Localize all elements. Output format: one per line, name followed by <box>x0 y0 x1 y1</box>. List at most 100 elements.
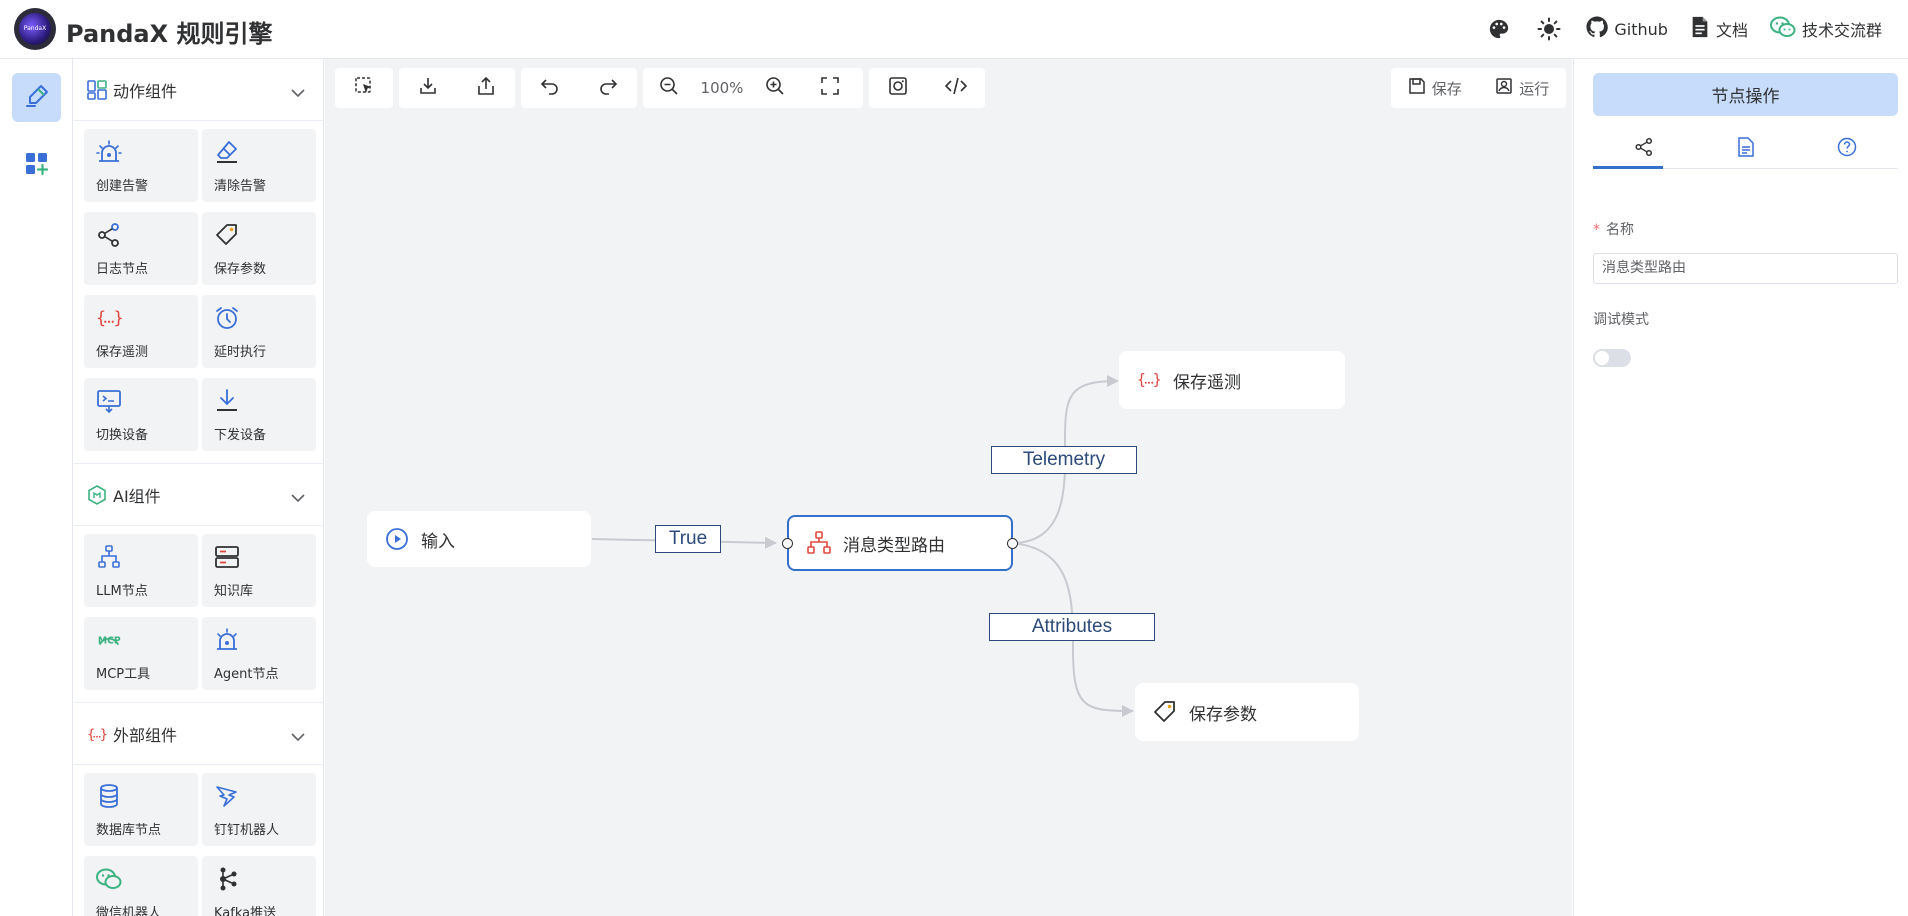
component-save-telemetry[interactable]: {} 保存遥测 <box>84 295 198 368</box>
apps-add-icon <box>24 151 50 181</box>
component-label: 保存参数 <box>214 262 267 277</box>
component-label: LLM节点 <box>96 584 148 599</box>
help-circle-icon <box>1837 137 1857 161</box>
tab-node-data[interactable] <box>1695 129 1797 168</box>
name-field-label: * 名称 <box>1593 219 1634 239</box>
svg-text:}: } <box>100 726 107 742</box>
node-properties-panel: 节点操作 * 名称 消息类型路由 调试模式 <box>1573 59 1908 916</box>
left-rail <box>0 59 73 916</box>
node-save-attributes[interactable]: 保存参数 <box>1135 683 1359 741</box>
component-kafka-push[interactable]: Kafka推送 <box>202 856 316 916</box>
hierarchy-icon <box>96 544 122 570</box>
component-mcp-tool[interactable]: MCP MCP工具 <box>84 617 198 690</box>
component-label: 清除告警 <box>214 179 267 194</box>
node-input-port[interactable] <box>782 537 793 549</box>
app-header: PandaX PandaX 规则引擎 Github 文档 技术交流群 <box>0 0 1908 59</box>
component-label: 创建告警 <box>96 179 149 194</box>
chevron-down-icon[interactable] <box>291 727 305 746</box>
group-cards-actions: 创建告警 清除告警 日志节点 保存参数 {} 保存遥测 延时执行 切换设备 下发 <box>74 121 323 464</box>
docs-link[interactable]: 文档 <box>1690 16 1748 42</box>
group-header-external[interactable]: {} 外部组件 <box>74 703 323 765</box>
svg-text:}: } <box>1153 372 1161 389</box>
node-label: 保存参数 <box>1189 704 1257 725</box>
svg-text:MCP: MCP <box>98 636 121 647</box>
component-agent-node[interactable]: Agent节点 <box>202 617 316 690</box>
component-label: MCP工具 <box>96 667 151 682</box>
component-label: Agent节点 <box>214 667 279 682</box>
node-label: 保存遥测 <box>1173 372 1241 393</box>
component-label: 保存遥测 <box>96 345 149 360</box>
component-save-attributes[interactable]: 保存参数 <box>202 212 316 285</box>
share-nodes-icon <box>1634 137 1654 161</box>
app-logo: PandaX <box>14 8 56 50</box>
github-label: Github <box>1614 19 1668 39</box>
components-icon <box>87 79 107 100</box>
file-text-icon <box>1737 136 1755 161</box>
edge-label-telemetry[interactable]: Telemetry <box>991 446 1137 474</box>
svg-text:}: } <box>114 308 122 328</box>
logo-text: PandaX <box>19 13 51 45</box>
flow-edges <box>591 375 1134 717</box>
mcp-icon: MCP <box>96 627 122 653</box>
kafka-icon <box>214 866 240 892</box>
group-title: 动作组件 <box>113 81 178 101</box>
component-send-to-device[interactable]: 下发设备 <box>202 378 316 451</box>
group-cards-external: 数据库节点 钉钉机器人 微信机器人 Kafka推送 <box>74 765 323 916</box>
palette-icon[interactable] <box>1484 14 1514 44</box>
component-llm-node[interactable]: LLM节点 <box>84 534 198 607</box>
group-header-actions[interactable]: 动作组件 <box>74 59 323 121</box>
component-create-alarm[interactable]: 创建告警 <box>84 129 198 202</box>
node-output-port[interactable] <box>1007 537 1018 549</box>
chevron-down-icon[interactable] <box>291 83 305 102</box>
component-knowledge-base[interactable]: 知识库 <box>202 534 316 607</box>
component-log-node[interactable]: 日志节点 <box>84 212 198 285</box>
tag-icon <box>214 222 240 248</box>
component-database-node[interactable]: 数据库节点 <box>84 773 198 846</box>
tab-node-help[interactable] <box>1796 129 1898 168</box>
component-switch-device[interactable]: 切换设备 <box>84 378 198 451</box>
component-wechat-bot[interactable]: 微信机器人 <box>84 856 198 916</box>
wechat-icon <box>96 866 122 892</box>
node-message-router[interactable]: 消息类型路由 <box>782 515 1018 571</box>
group-title: 外部组件 <box>113 725 178 745</box>
rail-item-rule-editor[interactable] <box>12 73 61 122</box>
component-clear-alarm[interactable]: 清除告警 <box>202 129 316 202</box>
component-label: 微信机器人 <box>96 906 162 916</box>
eraser-icon <box>214 139 240 165</box>
tab-node-settings[interactable] <box>1593 129 1695 169</box>
play-circle-icon <box>385 527 409 551</box>
component-panel: 动作组件 创建告警 清除告警 日志节点 保存参数 {} 保存遥测 延时执行 <box>74 59 324 916</box>
alarm-clock-icon <box>214 305 240 331</box>
community-link[interactable]: 技术交流群 <box>1769 16 1882 42</box>
node-label: 输入 <box>421 531 455 552</box>
group-header-ai[interactable]: AI组件 <box>74 464 323 526</box>
github-link[interactable]: Github <box>1586 16 1668 42</box>
tag-icon <box>1153 700 1177 724</box>
name-label-text: 名称 <box>1606 222 1634 238</box>
component-dingtalk-bot[interactable]: 钉钉机器人 <box>202 773 316 846</box>
component-label: Kafka推送 <box>214 906 277 916</box>
required-asterisk: * <box>1593 222 1600 238</box>
node-input[interactable]: 输入 <box>367 511 591 567</box>
node-label: 消息类型路由 <box>843 535 945 556</box>
edge-label-true[interactable]: True <box>655 525 721 553</box>
node-save-telemetry[interactable]: {} 保存遥测 <box>1119 351 1345 409</box>
github-icon <box>1586 16 1614 42</box>
community-label: 技术交流群 <box>1801 21 1882 40</box>
wechat-icon <box>1769 16 1802 42</box>
agent-alarm-icon <box>214 627 240 653</box>
svg-text:{: { <box>87 726 95 742</box>
rail-item-components[interactable] <box>12 141 61 190</box>
component-delay[interactable]: 延时执行 <box>202 295 316 368</box>
server-icon <box>214 544 240 570</box>
flow-canvas[interactable]: 100% 保存 运行 True Telemetry Attributes 输入 … <box>325 59 1572 916</box>
screen-switch-icon <box>96 388 122 414</box>
chevron-down-icon[interactable] <box>291 488 305 507</box>
document-icon <box>1690 16 1716 42</box>
panel-title: 节点操作 <box>1593 73 1898 116</box>
debug-mode-toggle[interactable] <box>1593 349 1631 367</box>
sun-icon[interactable] <box>1534 14 1564 44</box>
edge-label-attributes[interactable]: Attributes <box>989 613 1155 641</box>
header-actions: Github 文档 技术交流群 <box>1464 14 1882 44</box>
node-name-input[interactable]: 消息类型路由 <box>1593 253 1898 284</box>
